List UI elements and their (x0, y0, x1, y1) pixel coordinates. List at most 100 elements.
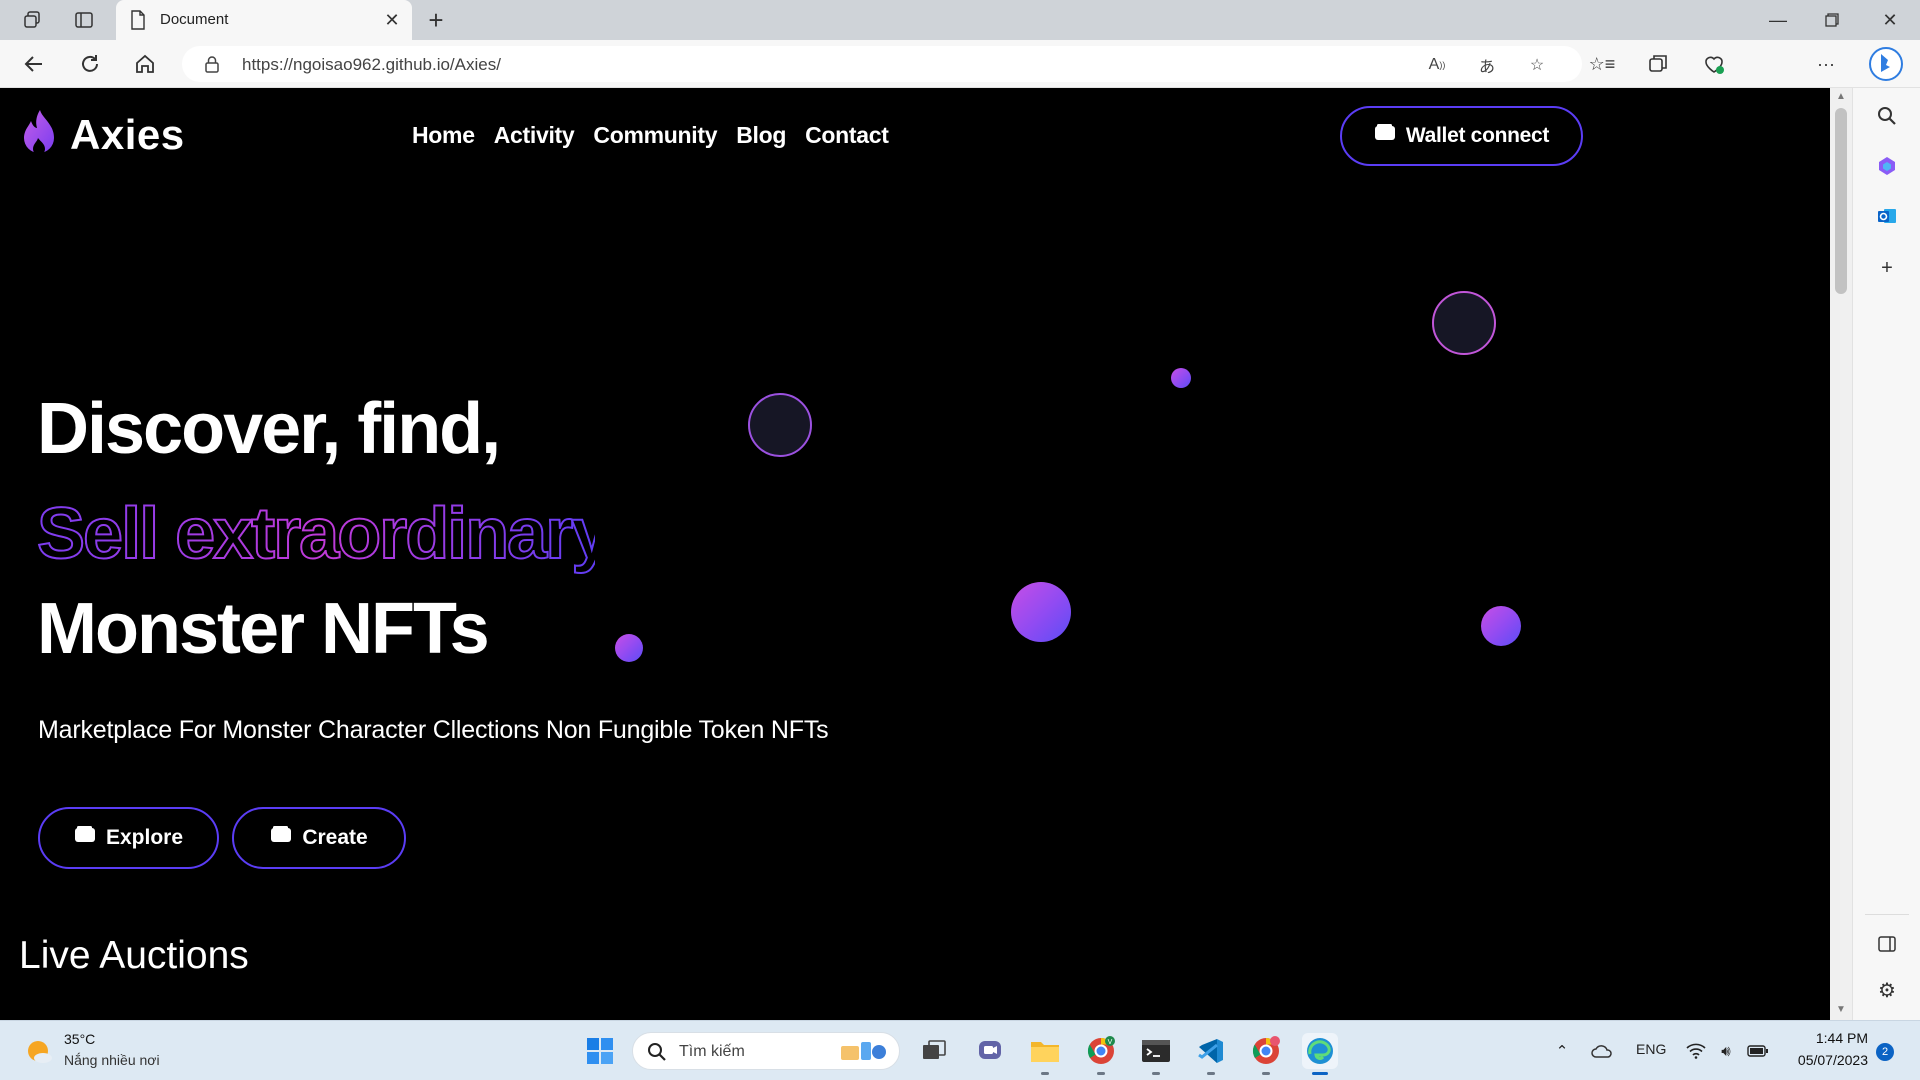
decorative-ball (1481, 606, 1521, 646)
search-icon[interactable] (1873, 102, 1901, 130)
running-indicator (1207, 1072, 1215, 1075)
read-aloud-icon[interactable]: A)) (1424, 52, 1450, 78)
address-bar[interactable]: https://ngoisao962.github.io/Axies/ A)) … (182, 46, 1582, 82)
decorative-dot (1171, 368, 1191, 388)
wallet-connect-label: Wallet connect (1405, 124, 1550, 147)
translate-icon[interactable]: あ (1474, 52, 1500, 78)
page-scrollbar[interactable]: ▲ ▼ (1830, 88, 1852, 1020)
battery-icon[interactable] (1746, 1039, 1770, 1063)
clock-date[interactable]: 05/07/2023 (1780, 1052, 1868, 1068)
browser-essentials-icon[interactable] (1700, 50, 1728, 78)
tab-title: Document (160, 11, 229, 28)
main-nav: Home Activity Community Blog Contact (412, 122, 889, 149)
running-indicator (1041, 1072, 1049, 1075)
clock-time[interactable]: 1:44 PM (1808, 1030, 1868, 1046)
lock-icon[interactable] (204, 55, 220, 73)
vscode-icon[interactable] (1193, 1033, 1229, 1075)
settings-gear-icon[interactable]: ⚙ (1873, 976, 1901, 1004)
refresh-icon[interactable] (76, 50, 104, 78)
start-windows-icon[interactable] (582, 1033, 618, 1069)
new-tab-icon[interactable]: + (422, 5, 450, 35)
active-indicator (1312, 1072, 1328, 1075)
chrome-icon[interactable] (1248, 1033, 1284, 1075)
show-hidden-icons[interactable]: ⌃ (1550, 1039, 1574, 1063)
notification-badge[interactable]: 2 (1876, 1043, 1894, 1061)
decorative-ring (1432, 291, 1496, 355)
web-page: Axies Home Activity Community Blog Conta… (0, 88, 1830, 1020)
search-highlight-icon (841, 1042, 886, 1060)
restore-icon[interactable] (1812, 4, 1852, 36)
wifi-icon[interactable] (1684, 1039, 1708, 1063)
favorites-icon[interactable]: ☆≡ (1588, 50, 1616, 78)
teams-chat-icon[interactable] (972, 1033, 1008, 1069)
onedrive-cloud-icon[interactable] (1590, 1039, 1614, 1063)
terminal-icon[interactable] (1138, 1033, 1174, 1075)
shopping-icon[interactable] (1873, 152, 1901, 180)
search-placeholder: Tìm kiếm (679, 1043, 745, 1060)
site-logo[interactable]: Axies (18, 108, 185, 162)
search-icon (648, 1043, 666, 1061)
weather-sun-icon[interactable] (24, 1037, 54, 1067)
scroll-thumb[interactable] (1835, 108, 1847, 294)
file-explorer-icon[interactable] (1027, 1033, 1063, 1075)
nav-community[interactable]: Community (593, 122, 717, 149)
close-window-icon[interactable]: ✕ (1870, 4, 1910, 36)
decorative-ball (1011, 582, 1071, 642)
taskbar-search[interactable]: Tìm kiếm (632, 1032, 900, 1070)
tab-bar: Document ✕ + — ✕ (0, 0, 1920, 40)
svg-text:V: V (1108, 1039, 1113, 1046)
hero-heading-line3: Monster NFTs (37, 589, 490, 669)
explore-label: Explore (105, 826, 184, 849)
edge-sidebar: + ⚙ (1852, 88, 1920, 1020)
active-tab[interactable]: Document ✕ (116, 0, 412, 40)
flame-icon (24, 110, 54, 155)
hide-sidebar-icon[interactable] (1873, 930, 1901, 958)
logo-text: Axies (70, 111, 185, 158)
close-tab-icon[interactable]: ✕ (380, 8, 404, 32)
favorite-star-icon[interactable]: ☆ (1524, 52, 1550, 78)
wallet-icon (271, 826, 292, 842)
tab-actions-icon[interactable] (72, 8, 96, 32)
weather-temp[interactable]: 35°C (64, 1031, 95, 1047)
workspaces-icon[interactable] (20, 8, 44, 32)
decorative-dot (615, 634, 643, 662)
more-options-icon[interactable]: ··· (1812, 50, 1840, 78)
running-indicator (1097, 1072, 1105, 1075)
collections-icon[interactable] (1644, 50, 1672, 78)
taskbar: 35°C Nắng nhiều nơi Tìm kiếm V ⌃ ENG 🔊︎ … (0, 1020, 1920, 1080)
running-indicator (1262, 1072, 1270, 1075)
hero-subtitle: Marketplace For Monster Character Cllect… (38, 716, 829, 744)
scroll-up-icon[interactable]: ▲ (1835, 91, 1847, 103)
chrome-profile-icon[interactable]: V (1083, 1033, 1119, 1075)
create-label: Create (302, 826, 368, 849)
outlook-icon[interactable] (1873, 202, 1901, 230)
volume-icon[interactable]: 🔊︎ (1714, 1039, 1738, 1063)
hero-heading-outline: Sell extraordinary (36, 493, 595, 575)
wallet-connect-button[interactable]: Wallet connect (1340, 106, 1583, 166)
task-view-icon[interactable] (916, 1033, 952, 1069)
minimize-icon[interactable]: — (1758, 4, 1798, 36)
url-text[interactable]: https://ngoisao962.github.io/Axies/ (242, 55, 501, 75)
input-language[interactable]: ENG (1636, 1041, 1666, 1057)
weather-description[interactable]: Nắng nhiều nơi (64, 1052, 160, 1068)
home-icon[interactable] (131, 50, 159, 78)
wallet-icon (74, 826, 95, 842)
document-icon (131, 10, 145, 30)
live-auctions-title: Live Auctions (19, 934, 249, 977)
edge-icon[interactable] (1302, 1033, 1338, 1075)
scroll-down-icon[interactable]: ▼ (1835, 1004, 1847, 1016)
create-button[interactable]: Create (232, 807, 406, 869)
nav-blog[interactable]: Blog (736, 122, 786, 149)
decorative-ring (748, 393, 812, 457)
wallet-icon (1374, 124, 1395, 140)
hero-heading-line2: Sell extraordinary (37, 494, 595, 574)
browser-toolbar: https://ngoisao962.github.io/Axies/ A)) … (0, 40, 1920, 118)
nav-activity[interactable]: Activity (494, 122, 575, 149)
nav-contact[interactable]: Contact (805, 122, 889, 149)
hero-heading-line1: Discover, find, (37, 389, 501, 469)
add-icon[interactable]: + (1873, 254, 1901, 282)
bing-chat-icon[interactable] (1868, 46, 1904, 82)
back-icon[interactable] (20, 50, 48, 78)
explore-button[interactable]: Explore (38, 807, 219, 869)
nav-home[interactable]: Home (412, 122, 475, 149)
